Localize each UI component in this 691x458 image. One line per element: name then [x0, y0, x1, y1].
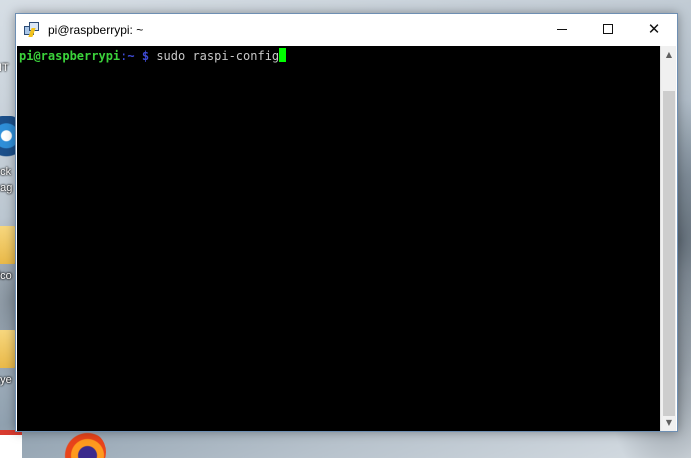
close-button[interactable]: ✕ — [631, 14, 677, 44]
desktop-icon-label: ock — [0, 166, 12, 178]
desktop-icon-label: eag — [0, 182, 13, 194]
desktop-icon-label: dco — [0, 270, 12, 282]
prompt-symbol: $ — [141, 49, 150, 63]
scroll-up-button[interactable]: ▲ — [661, 46, 677, 63]
maximize-icon — [603, 24, 613, 34]
vertical-scrollbar[interactable]: ▲ ▼ — [660, 46, 676, 431]
minimize-icon — [557, 28, 567, 30]
scroll-down-button[interactable]: ▼ — [661, 414, 677, 431]
putty-window: pi@raspberrypi: ~ ✕ pi@raspberrypi:~ $ s… — [15, 13, 678, 432]
terminal-output[interactable]: pi@raspberrypi:~ $ sudo raspi-config — [17, 46, 661, 431]
calendar-icon[interactable] — [0, 430, 22, 458]
scroll-thumb[interactable] — [663, 91, 675, 416]
prompt-path: ~ — [127, 49, 135, 63]
putty-app-icon[interactable] — [24, 22, 40, 38]
title-bar[interactable]: pi@raspberrypi: ~ ✕ — [16, 14, 677, 46]
window-title: pi@raspberrypi: ~ — [48, 23, 144, 37]
text-cursor — [279, 48, 287, 62]
desktop-icon-label: NT — [0, 62, 9, 74]
chevron-down-icon: ▼ — [665, 418, 673, 427]
maximize-button[interactable] — [585, 14, 631, 44]
window-controls: ✕ — [539, 14, 677, 46]
command-text: sudo raspi-config — [156, 49, 280, 63]
chevron-up-icon: ▲ — [665, 50, 673, 59]
close-icon: ✕ — [647, 19, 661, 38]
desktop-icon-label: aye — [0, 374, 12, 386]
minimize-button[interactable] — [539, 14, 585, 44]
prompt-user-host: pi@raspberrypi — [19, 49, 121, 63]
